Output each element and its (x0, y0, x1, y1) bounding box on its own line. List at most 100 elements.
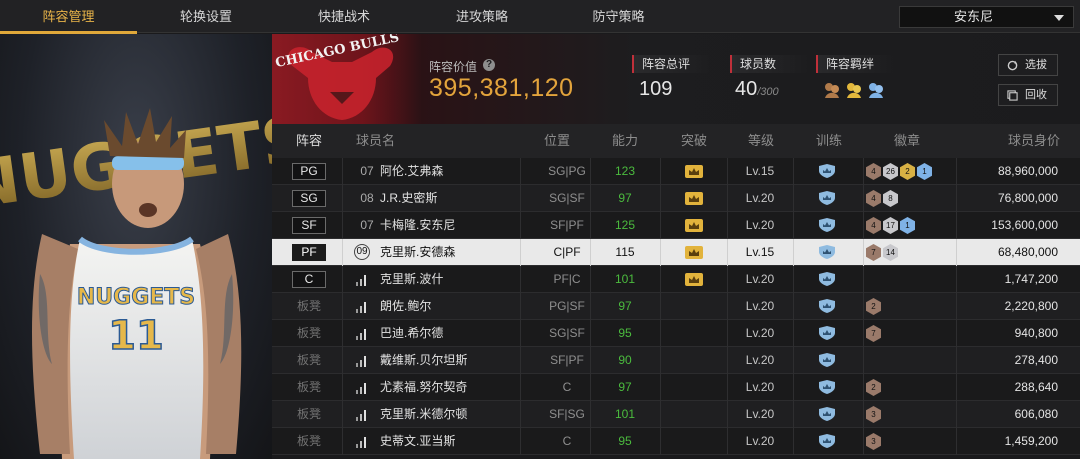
training-shield-icon[interactable] (818, 218, 836, 232)
jersey-number: 11 (108, 313, 164, 359)
table-row[interactable]: 板凳 巴迪.希尔德 SG|SF 95 Lv.20 7 940,800 (272, 320, 1080, 347)
col-ability[interactable]: 能力 (612, 124, 638, 158)
column-divider (520, 185, 521, 212)
player-name[interactable]: 克里斯.米德尔顿 (380, 401, 467, 428)
training-shield-icon[interactable] (818, 407, 836, 421)
table-row[interactable]: C 克里斯.波什 PF|C 101 Lv.20 1,747,200 (272, 266, 1080, 293)
column-divider (863, 320, 864, 347)
column-divider (793, 158, 794, 185)
player-name[interactable]: 阿伦.艾弗森 (380, 158, 443, 185)
column-divider (660, 158, 661, 185)
col-player-name[interactable]: 球员名 (356, 124, 395, 158)
player-name[interactable]: J.R.史密斯 (380, 185, 437, 212)
training-shield-icon[interactable] (818, 434, 836, 448)
table-row[interactable]: 板凳 尤素福.努尔契奇 C 97 Lv.20 2 288,640 (272, 374, 1080, 401)
lineup-slot[interactable]: PF (292, 244, 326, 261)
column-divider (956, 266, 957, 293)
chemistry-icons[interactable] (823, 81, 887, 104)
column-divider (342, 293, 343, 320)
table-row[interactable]: 板凳 史蒂文.亚当斯 C 95 Lv.20 3 1,459,200 (272, 428, 1080, 455)
chevron-down-icon (1054, 15, 1064, 21)
lineup-slot[interactable]: 板凳 (292, 293, 326, 320)
breakthrough-crown-icon[interactable] (685, 273, 703, 286)
player-ability: 95 (618, 326, 632, 340)
training-shield-icon[interactable] (818, 299, 836, 313)
col-badges[interactable]: 徽章 (894, 124, 920, 158)
column-divider (956, 320, 957, 347)
player-name[interactable]: 戴维斯.贝尔坦斯 (380, 347, 467, 374)
table-row[interactable]: PG 07 阿伦.艾弗森 SG|PG 123 Lv.15 4 26 2 1 88,960,000 (272, 158, 1080, 185)
table-row[interactable]: 板凳 克里斯.米德尔顿 SF|SG 101 Lv.20 3 606,080 (272, 401, 1080, 428)
table-row[interactable]: 板凳 戴维斯.贝尔坦斯 SF|PF 90 Lv.20 278,400 (272, 347, 1080, 374)
column-divider (956, 239, 957, 266)
tab-offense[interactable]: 进攻策略 (413, 0, 551, 33)
table-row[interactable]: 板凳 朗佐.鲍尔 PG|SF 97 Lv.20 2 2,220,800 (272, 293, 1080, 320)
select-button[interactable]: 选拔 (998, 54, 1058, 76)
lineup-slot[interactable]: 板凳 (292, 428, 326, 455)
player-value: 288,640 (1014, 380, 1058, 394)
col-breakthrough[interactable]: 突破 (681, 124, 707, 158)
player-name[interactable]: 克里斯.安德森 (380, 239, 455, 266)
table-row[interactable]: PF 09 克里斯.安德森 C|PF 115 Lv.15 7 14 68,480,000 (272, 239, 1080, 266)
lineup-slot[interactable]: 板凳 (292, 320, 326, 347)
badge-blue-icon: 1 (917, 163, 932, 180)
col-player-value[interactable]: 球员身价 (1008, 124, 1060, 158)
training-shield-icon[interactable] (818, 353, 836, 367)
column-divider (863, 374, 864, 401)
tab-quick-tactics[interactable]: 快捷战术 (275, 0, 413, 33)
player-ability: 125 (614, 218, 636, 232)
breakthrough-crown-icon[interactable] (685, 219, 703, 232)
player-name[interactable]: 巴迪.希尔德 (380, 320, 443, 347)
column-divider (863, 185, 864, 212)
column-divider (342, 266, 343, 293)
col-lineup[interactable]: 阵容 (296, 124, 322, 158)
column-divider (342, 185, 343, 212)
tab-lineup[interactable]: 阵容管理 (0, 0, 137, 34)
training-shield-icon[interactable] (818, 191, 836, 205)
breakthrough-crown-icon[interactable] (685, 165, 703, 178)
col-position[interactable]: 位置 (544, 124, 570, 158)
column-divider (863, 158, 864, 185)
col-training[interactable]: 训练 (816, 124, 842, 158)
player-level: Lv.20 (745, 380, 775, 394)
col-level[interactable]: 等级 (748, 124, 774, 158)
tab-rotation[interactable]: 轮换设置 (137, 0, 275, 33)
jersey-number: 08 (360, 191, 374, 205)
column-divider (793, 239, 794, 266)
team-logo: CHICAGO BULLS (272, 34, 422, 124)
player-illustration: NUGGETS NUGGETS 11 (0, 103, 272, 459)
player-level: Lv.20 (745, 353, 775, 367)
column-divider (520, 428, 521, 455)
badge-bronze-icon: 2 (866, 379, 881, 396)
training-shield-icon[interactable] (818, 380, 836, 394)
column-divider (520, 401, 521, 428)
training-shield-icon[interactable] (818, 326, 836, 340)
lineup-slot[interactable]: PG (292, 163, 326, 180)
player-level: Lv.15 (745, 245, 775, 259)
recycle-button[interactable]: 回收 (998, 84, 1058, 106)
lineup-slot[interactable]: 板凳 (292, 401, 326, 428)
tab-defense[interactable]: 防守策略 (551, 0, 686, 33)
breakthrough-crown-icon[interactable] (685, 192, 703, 205)
player-name[interactable]: 朗佐.鲍尔 (380, 293, 431, 320)
lineup-slot[interactable]: C (292, 271, 326, 288)
player-level: Lv.20 (745, 272, 775, 286)
lineup-slot[interactable]: 板凳 (292, 374, 326, 401)
training-shield-icon[interactable] (818, 245, 836, 259)
player-name[interactable]: 卡梅隆.安东尼 (380, 212, 455, 239)
lineup-slot[interactable]: SF (292, 217, 326, 234)
column-divider (793, 212, 794, 239)
training-shield-icon[interactable] (818, 164, 836, 178)
player-selector-dropdown[interactable]: 安东尼 (899, 6, 1074, 28)
lineup-slot[interactable]: SG (292, 190, 326, 207)
breakthrough-crown-icon[interactable] (685, 246, 703, 259)
table-row[interactable]: SG 08 J.R.史密斯 SG|SF 97 Lv.20 4 8 76,800,000 (272, 185, 1080, 212)
column-divider (863, 239, 864, 266)
player-name[interactable]: 尤素福.努尔契奇 (380, 374, 467, 401)
table-row[interactable]: SF 07 卡梅隆.安东尼 SF|PF 125 Lv.20 4 17 1 153,600,000 (272, 212, 1080, 239)
player-name[interactable]: 史蒂文.亚当斯 (380, 428, 455, 455)
help-icon[interactable]: ? (483, 59, 495, 71)
training-shield-icon[interactable] (818, 272, 836, 286)
player-name[interactable]: 克里斯.波什 (380, 266, 443, 293)
lineup-slot[interactable]: 板凳 (292, 347, 326, 374)
